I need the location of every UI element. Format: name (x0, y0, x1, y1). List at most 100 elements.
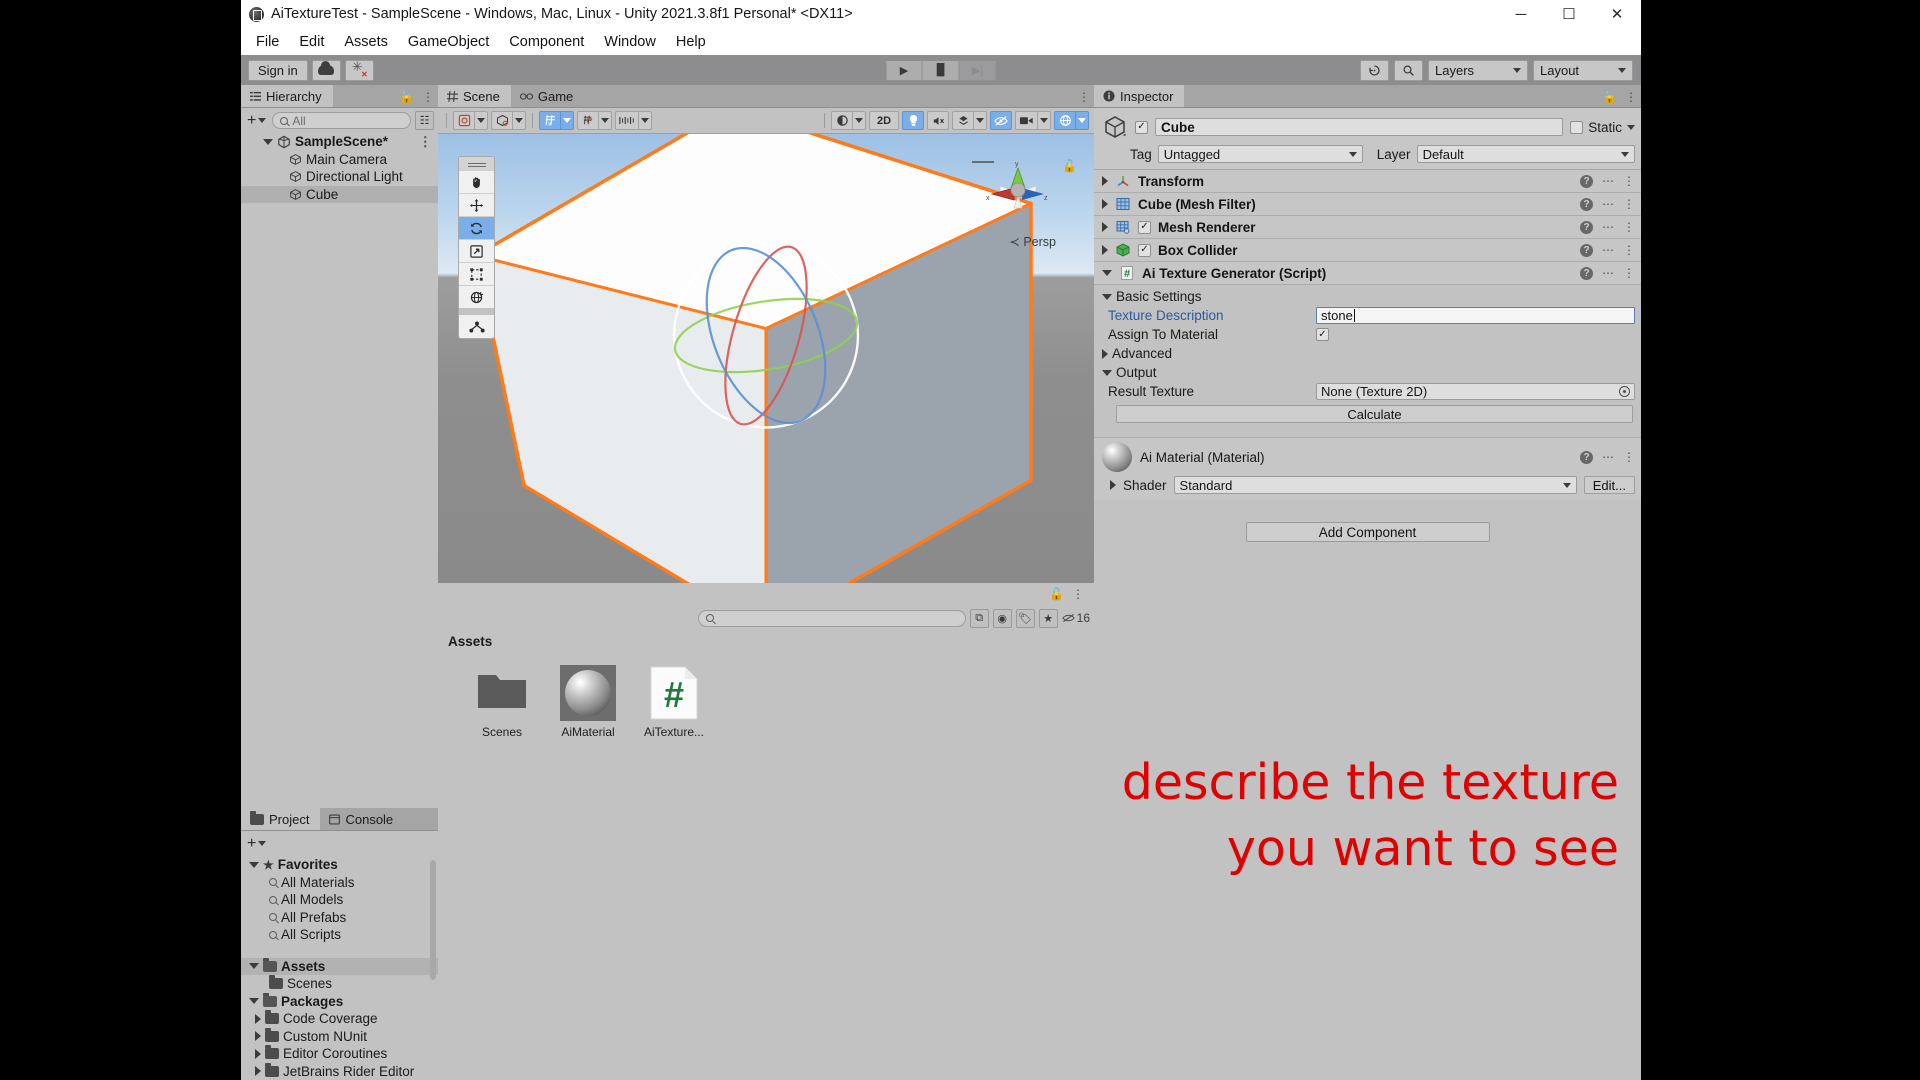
menu-component[interactable]: Component (500, 31, 593, 53)
shading-dropdown[interactable] (513, 111, 526, 130)
component-mesh-renderer[interactable]: ✓ Mesh Renderer ? ⋯ ⋮ (1094, 216, 1641, 239)
cube-object[interactable] (466, 134, 1066, 583)
project-expand-button[interactable]: ⧉ (969, 608, 989, 628)
project-tree-packages[interactable]: Packages (241, 992, 438, 1011)
chevron-right-icon[interactable] (1102, 222, 1108, 232)
kebab-menu-icon[interactable]: ⋮ (1078, 90, 1090, 104)
scene-camera-dropdown[interactable] (1038, 111, 1051, 130)
rotate-tool-button[interactable] (459, 216, 494, 239)
preset-icon[interactable]: ⋯ (1602, 174, 1614, 188)
toggle-audio-button[interactable] (927, 111, 949, 130)
tag-dropdown[interactable]: Untagged (1157, 145, 1363, 163)
play-button[interactable]: ▶ (885, 59, 923, 81)
asset-item-aitexture-script[interactable]: # AiTexture... (640, 665, 708, 739)
project-tree-editor-coroutines[interactable]: Editor Coroutines (241, 1045, 438, 1063)
project-tree-jetbrains-rider[interactable]: JetBrains Rider Editor (241, 1062, 438, 1080)
snap-increment-dropdown[interactable] (599, 111, 612, 130)
scene-camera-button[interactable] (1015, 111, 1038, 130)
toggle-fx-button[interactable] (952, 111, 974, 130)
lock-icon[interactable]: 🔓 (1049, 587, 1064, 601)
result-texture-object-field[interactable]: None (Texture 2D) (1316, 383, 1635, 400)
advanced-foldout[interactable]: Advanced (1094, 344, 1641, 363)
component-transform[interactable]: Transform ? ⋯ ⋮ (1094, 170, 1641, 193)
chevron-down-icon[interactable] (1102, 270, 1112, 276)
menu-help[interactable]: Help (667, 31, 715, 53)
shading-preview-dropdown[interactable] (853, 111, 866, 130)
add-component-button[interactable]: Add Component (1245, 522, 1490, 542)
toggle-lighting-button[interactable] (902, 111, 924, 130)
object-name-input[interactable]: Cube (1155, 118, 1564, 136)
toggle-2d-button[interactable]: 2D (869, 111, 899, 130)
chevron-right-icon[interactable] (1110, 480, 1116, 490)
kebab-menu-icon[interactable]: ⋮ (419, 134, 433, 150)
texture-description-input[interactable]: stone (1316, 307, 1635, 324)
help-icon[interactable]: ? (1580, 266, 1593, 280)
kebab-menu-icon[interactable]: ⋮ (1623, 450, 1635, 464)
project-tree-scenes[interactable]: Scenes (241, 975, 438, 993)
move-tool-button[interactable] (459, 193, 494, 216)
filter-by-type-button[interactable]: ◉ (992, 608, 1012, 628)
chevron-down-icon[interactable] (249, 998, 259, 1005)
chevron-right-icon[interactable] (1102, 199, 1108, 209)
object-picker-icon[interactable] (1619, 386, 1630, 397)
component-mesh-filter[interactable]: Cube (Mesh Filter) ? ⋯ ⋮ (1094, 193, 1641, 216)
basic-settings-foldout[interactable]: Basic Settings (1094, 287, 1641, 306)
step-button[interactable]: ▶| (959, 59, 997, 81)
project-search-input[interactable] (697, 609, 966, 627)
object-enabled-checkbox[interactable]: ✓ (1135, 120, 1148, 134)
help-icon[interactable]: ? (1580, 220, 1593, 234)
asset-item-scenes[interactable]: Scenes (468, 665, 536, 739)
preset-icon[interactable]: ⋯ (1602, 450, 1614, 464)
layer-dropdown[interactable]: Default (1416, 145, 1635, 163)
scene-visibility-button[interactable] (990, 111, 1012, 130)
chevron-down-icon[interactable] (249, 861, 259, 868)
kebab-menu-icon[interactable]: ⋮ (1623, 174, 1635, 188)
component-box-collider[interactable]: ✓ Box Collider ? ⋯ ⋮ (1094, 239, 1641, 262)
transform-tool-button[interactable] (459, 285, 494, 308)
grid-snap-dropdown[interactable] (561, 111, 574, 130)
minimize-button[interactable]: ─ (1497, 0, 1545, 28)
chevron-down-icon[interactable] (1627, 124, 1635, 130)
chevron-right-icon[interactable] (255, 1066, 261, 1077)
chevron-right-icon[interactable] (1102, 176, 1108, 186)
help-icon[interactable]: ? (1580, 197, 1593, 211)
search-button[interactable] (1394, 59, 1423, 81)
preset-icon[interactable]: ⋯ (1602, 220, 1614, 234)
project-tree-custom-nunit[interactable]: Custom NUnit (241, 1027, 438, 1046)
kebab-menu-icon[interactable]: ⋮ (1623, 266, 1635, 280)
chevron-right-icon[interactable] (255, 1031, 261, 1042)
grid-size-button[interactable] (615, 111, 639, 130)
menu-assets[interactable]: Assets (335, 31, 397, 53)
draw-mode-dropdown[interactable] (475, 111, 488, 130)
grid-size-dropdown[interactable] (639, 111, 652, 130)
layout-dropdown[interactable]: Layout (1533, 59, 1633, 81)
gizmos-dropdown[interactable] (1076, 111, 1089, 130)
chevron-down-icon[interactable] (249, 963, 259, 970)
scene-projection-label[interactable]: ≺ Persp (1009, 234, 1056, 249)
calculate-button[interactable]: Calculate (1116, 405, 1633, 423)
output-foldout[interactable]: Output (1094, 363, 1641, 382)
project-tree-all-models[interactable]: All Models (241, 891, 438, 909)
draw-mode-button[interactable] (453, 111, 475, 130)
preset-icon[interactable]: ⋯ (1602, 266, 1614, 280)
tab-inspector[interactable]: Inspector (1094, 85, 1185, 107)
kebab-menu-icon[interactable]: ⋮ (1623, 220, 1635, 234)
preset-icon[interactable]: ⋯ (1602, 243, 1614, 257)
layers-dropdown[interactable]: Layers (1428, 59, 1528, 81)
hierarchy-search-input[interactable]: All (272, 112, 411, 129)
gizmos-button[interactable] (1054, 111, 1076, 130)
project-tree-all-prefabs[interactable]: All Prefabs (241, 909, 438, 927)
help-icon[interactable]: ? (1580, 174, 1593, 188)
menu-gameobject[interactable]: GameObject (399, 31, 498, 53)
tab-scene[interactable]: Scene (438, 85, 511, 107)
chevron-right-icon[interactable] (255, 1048, 261, 1059)
chevron-right-icon[interactable] (1102, 245, 1108, 255)
component-enabled-checkbox[interactable]: ✓ (1138, 220, 1151, 234)
shader-dropdown[interactable]: Standard (1173, 476, 1577, 494)
fx-dropdown[interactable] (974, 111, 987, 130)
project-tree-all-materials[interactable]: All Materials (241, 874, 438, 892)
kebab-menu-icon[interactable]: ⋮ (1623, 197, 1635, 211)
menu-file[interactable]: File (247, 31, 288, 53)
project-tree-all-scripts[interactable]: All Scripts (241, 926, 438, 944)
lock-icon[interactable]: 🔓 (1602, 90, 1617, 104)
